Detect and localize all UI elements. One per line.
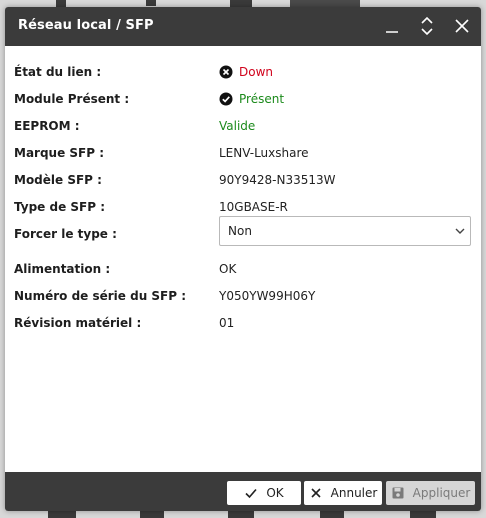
x-circle-icon bbox=[219, 65, 233, 79]
model-value: 90Y9428-N33513W bbox=[219, 173, 336, 187]
row-revision: Révision matériel : 01 bbox=[5, 314, 481, 334]
row-sfp-type: Type de SFP : 10GBASE-R bbox=[5, 198, 481, 218]
link-state-label: État du lien : bbox=[14, 65, 102, 79]
force-type-label: Forcer le type : bbox=[14, 227, 117, 241]
row-link-state: État du lien : Down bbox=[5, 63, 481, 83]
link-state-value: Down bbox=[219, 65, 273, 79]
module-present-value: Présent bbox=[219, 92, 284, 106]
module-present-text: Présent bbox=[239, 92, 285, 106]
row-power: Alimentation : OK bbox=[5, 260, 481, 280]
brand-label: Marque SFP : bbox=[14, 146, 105, 160]
row-model: Modèle SFP : 90Y9428-N33513W bbox=[5, 171, 481, 191]
model-label: Modèle SFP : bbox=[14, 173, 102, 187]
close-button[interactable] bbox=[449, 13, 475, 39]
close-icon bbox=[455, 19, 469, 33]
row-serial: Numéro de série du SFP : Y050YW99H06Y bbox=[5, 287, 481, 307]
sfp-type-label: Type de SFP : bbox=[14, 200, 106, 214]
eeprom-value: Valide bbox=[219, 119, 256, 133]
ok-button-label: OK bbox=[266, 486, 284, 500]
apply-button[interactable]: Appliquer bbox=[386, 481, 475, 505]
check-icon bbox=[244, 486, 258, 500]
eeprom-label: EEPROM : bbox=[14, 119, 80, 133]
revision-value: 01 bbox=[219, 316, 235, 330]
sfp-type-value: 10GBASE-R bbox=[219, 200, 288, 214]
cancel-button-label: Annuler bbox=[330, 486, 378, 500]
power-value: OK bbox=[219, 262, 237, 276]
link-state-text: Down bbox=[239, 65, 274, 79]
brand-value: LENV-Luxshare bbox=[219, 146, 309, 160]
dialog-titlebar: Réseau local / SFP bbox=[5, 7, 481, 46]
row-eeprom: EEPROM : Valide bbox=[5, 117, 481, 137]
check-circle-icon bbox=[219, 92, 233, 106]
chevron-down-icon bbox=[454, 225, 466, 237]
save-icon bbox=[391, 486, 405, 500]
force-type-select[interactable]: Non bbox=[219, 216, 471, 246]
row-module-present: Module Présent : Présent bbox=[5, 90, 481, 110]
close-icon bbox=[309, 486, 323, 500]
serial-label: Numéro de série du SFP : bbox=[14, 289, 187, 303]
minimize-button[interactable] bbox=[379, 13, 405, 39]
power-label: Alimentation : bbox=[14, 262, 111, 276]
dialog-footer: OK Annuler Appliquer bbox=[5, 472, 481, 511]
sfp-dialog: Réseau local / SFP État du lien : Down M… bbox=[5, 7, 481, 511]
revision-label: Révision matériel : bbox=[14, 316, 142, 330]
expand-chevrons-icon bbox=[421, 16, 433, 36]
apply-button-label: Appliquer bbox=[412, 486, 471, 500]
expand-button[interactable] bbox=[414, 13, 440, 39]
ok-button[interactable]: OK bbox=[227, 481, 301, 505]
dialog-title: Réseau local / SFP bbox=[18, 18, 154, 33]
module-present-label: Module Présent : bbox=[14, 92, 130, 106]
row-force-type: Forcer le type : Non bbox=[5, 216, 481, 246]
serial-value: Y050YW99H06Y bbox=[219, 289, 316, 303]
minimize-icon bbox=[386, 31, 398, 33]
row-brand: Marque SFP : LENV-Luxshare bbox=[5, 144, 481, 164]
force-type-selected: Non bbox=[228, 224, 252, 238]
cancel-button[interactable]: Annuler bbox=[304, 481, 382, 505]
